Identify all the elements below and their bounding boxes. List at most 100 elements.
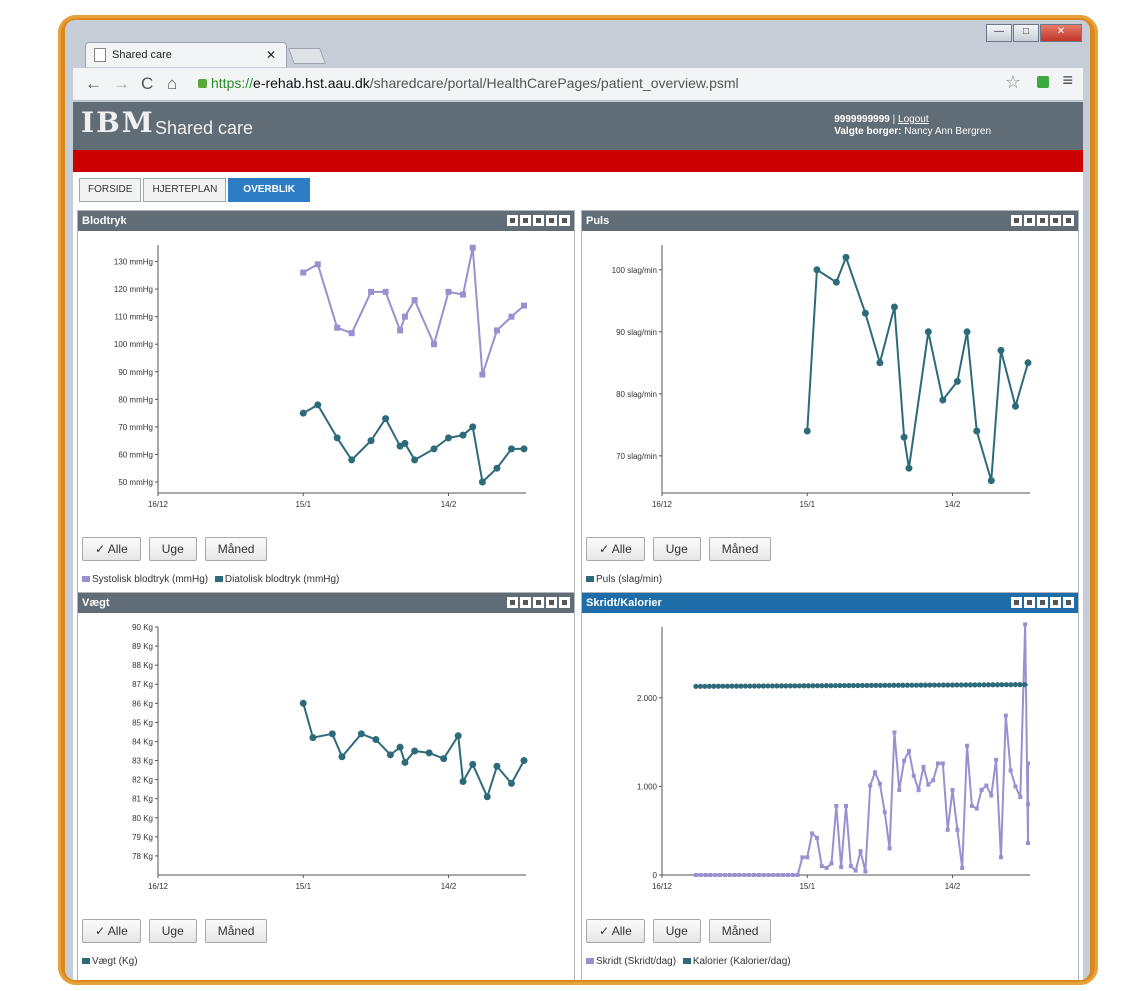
close-icon[interactable]	[559, 597, 570, 608]
extension-icon[interactable]	[1037, 76, 1049, 88]
data-point	[796, 683, 802, 689]
browser-tab[interactable]: Shared care ✕	[85, 42, 287, 67]
maximize-button[interactable]: □	[1013, 24, 1039, 42]
data-point	[848, 864, 853, 869]
new-tab-button[interactable]	[288, 48, 326, 64]
y-tick-label: 80 Kg	[132, 814, 153, 823]
data-point	[989, 793, 994, 798]
data-point	[877, 682, 883, 688]
all-button[interactable]: ✓ Alle	[586, 919, 645, 943]
y-tick-label: 80 slag/min	[616, 390, 657, 399]
bookmark-star-icon[interactable]: ☆	[1005, 72, 1021, 93]
minimize-icon[interactable]	[1024, 597, 1035, 608]
tab-hjerteplan[interactable]: HJERTEPLAN	[143, 178, 227, 202]
week-button[interactable]: Uge	[148, 537, 197, 561]
data-point	[965, 743, 970, 748]
month-button[interactable]: Måned	[204, 919, 268, 943]
data-point	[810, 683, 816, 689]
month-button[interactable]: Måned	[708, 537, 772, 561]
data-point	[973, 427, 981, 435]
close-icon[interactable]	[1063, 597, 1074, 608]
help-icon[interactable]	[507, 215, 518, 226]
data-point	[299, 409, 307, 417]
close-window-button[interactable]: ✕	[1040, 24, 1082, 42]
chart-legend: Systolisk blodtryk (mmHg) Diatolisk blod…	[82, 574, 339, 585]
data-point	[1018, 795, 1023, 800]
help-icon[interactable]	[1011, 597, 1022, 608]
help-icon[interactable]	[507, 597, 518, 608]
logout-link[interactable]: Logout	[898, 114, 929, 125]
month-button[interactable]: Måned	[204, 537, 268, 561]
x-tick-label: 16/12	[148, 882, 169, 891]
data-point	[974, 806, 979, 811]
all-button[interactable]: ✓ Alle	[82, 919, 141, 943]
legend-kalorier: Kalorier (Kalorier/dag)	[692, 956, 791, 967]
data-point	[479, 371, 486, 378]
maximize-icon[interactable]	[1050, 215, 1061, 226]
y-tick-label: 85 Kg	[132, 718, 153, 727]
selected-citizen: Nancy Ann Bergren	[904, 126, 991, 137]
data-point	[832, 682, 838, 689]
data-point	[918, 682, 924, 688]
up-icon[interactable]	[533, 215, 544, 226]
up-icon[interactable]	[1037, 215, 1048, 226]
data-point	[819, 683, 825, 689]
reload-icon[interactable]: C	[141, 74, 153, 94]
data-point	[382, 288, 389, 295]
data-point	[300, 269, 307, 276]
menu-icon[interactable]: ≡	[1062, 70, 1073, 91]
data-point	[969, 803, 974, 808]
data-point	[738, 683, 744, 689]
tab-overblik[interactable]: OVERBLIK	[228, 178, 310, 202]
data-point	[483, 793, 491, 801]
data-point	[873, 682, 879, 688]
data-point	[967, 682, 973, 688]
data-point	[328, 730, 336, 738]
minimize-icon[interactable]	[520, 597, 531, 608]
maximize-icon[interactable]	[1050, 597, 1061, 608]
up-icon[interactable]	[1037, 597, 1048, 608]
data-point	[958, 682, 964, 688]
up-icon[interactable]	[533, 597, 544, 608]
minimize-icon[interactable]	[520, 215, 531, 226]
tab-close-icon[interactable]: ✕	[266, 48, 276, 62]
data-point	[299, 699, 307, 707]
x-tick-label: 15/1	[295, 500, 311, 509]
week-button[interactable]: Uge	[652, 919, 701, 943]
maximize-icon[interactable]	[546, 597, 557, 608]
month-button[interactable]: Måned	[708, 919, 772, 943]
data-point	[715, 683, 721, 689]
x-tick-label: 14/2	[441, 882, 457, 891]
data-point	[813, 266, 821, 274]
forward-icon[interactable]: →	[113, 74, 130, 94]
close-icon[interactable]	[559, 215, 570, 226]
week-button[interactable]: Uge	[652, 537, 701, 561]
data-point	[984, 783, 989, 788]
data-point	[493, 464, 501, 472]
all-button[interactable]: ✓ Alle	[586, 537, 645, 561]
data-point	[868, 682, 874, 689]
data-point	[493, 762, 501, 770]
minimize-button[interactable]: —	[986, 24, 1012, 42]
tab-forside[interactable]: FORSIDE	[79, 178, 142, 202]
data-point	[785, 873, 790, 877]
legend-swatch-kalorier	[682, 958, 691, 965]
week-button[interactable]: Uge	[148, 919, 197, 943]
data-point	[411, 747, 419, 755]
home-icon[interactable]: ⌂	[167, 74, 177, 94]
maximize-icon[interactable]	[546, 215, 557, 226]
address-bar[interactable]: https://e-rehab.hst.aau.dk/sharedcare/po…	[198, 72, 978, 94]
legend-skridt: Skridt (Skridt/dag)	[596, 956, 677, 967]
data-point	[445, 434, 453, 442]
all-button[interactable]: ✓ Alle	[82, 537, 141, 561]
help-icon[interactable]	[1011, 215, 1022, 226]
close-icon[interactable]	[1063, 215, 1074, 226]
y-tick-label: 100 slag/min	[612, 266, 657, 275]
minimize-icon[interactable]	[1024, 215, 1035, 226]
back-icon[interactable]: ←	[85, 74, 102, 94]
data-point	[774, 683, 780, 689]
data-point	[841, 682, 847, 689]
user-id: 9999999999	[834, 114, 890, 125]
y-tick-label: 80 mmHg	[118, 395, 153, 404]
series-line	[302, 247, 525, 375]
